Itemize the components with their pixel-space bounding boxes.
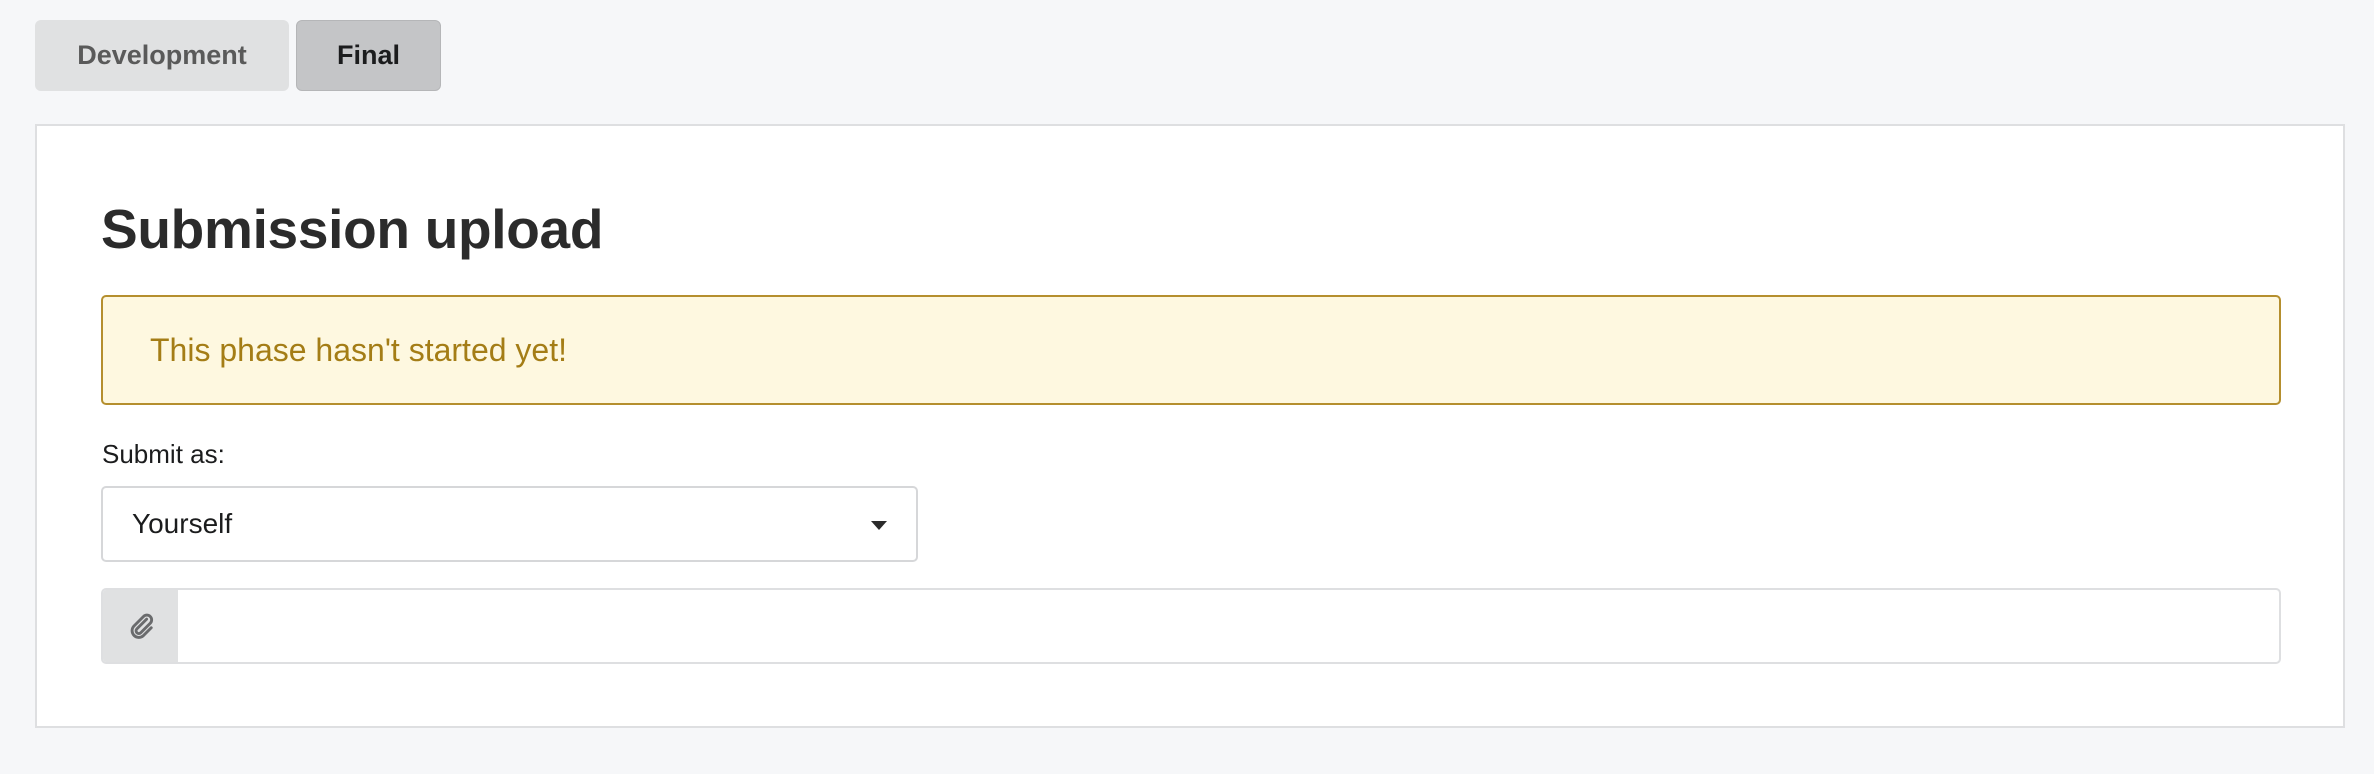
tab-development[interactable]: Development [35,20,289,91]
warning-text: This phase hasn't started yet! [150,331,567,368]
page-title: Submission upload [101,198,604,260]
submit-as-selected-value: Yourself [132,508,233,539]
submit-as-dropdown[interactable]: Yourself [101,486,918,562]
submit-as-label: Submit as: [102,439,225,469]
file-upload-field [101,588,2281,664]
tab-final[interactable]: Final [296,20,441,91]
phase-warning-message: This phase hasn't started yet! [101,295,2281,405]
paperclip-icon [130,613,153,639]
caret-down-icon [871,521,887,530]
phase-tabs: Development Final [35,20,441,91]
attach-file-button[interactable] [103,590,178,662]
file-name-input[interactable] [178,590,2279,662]
submission-panel: Submission upload This phase hasn't star… [35,124,2345,728]
